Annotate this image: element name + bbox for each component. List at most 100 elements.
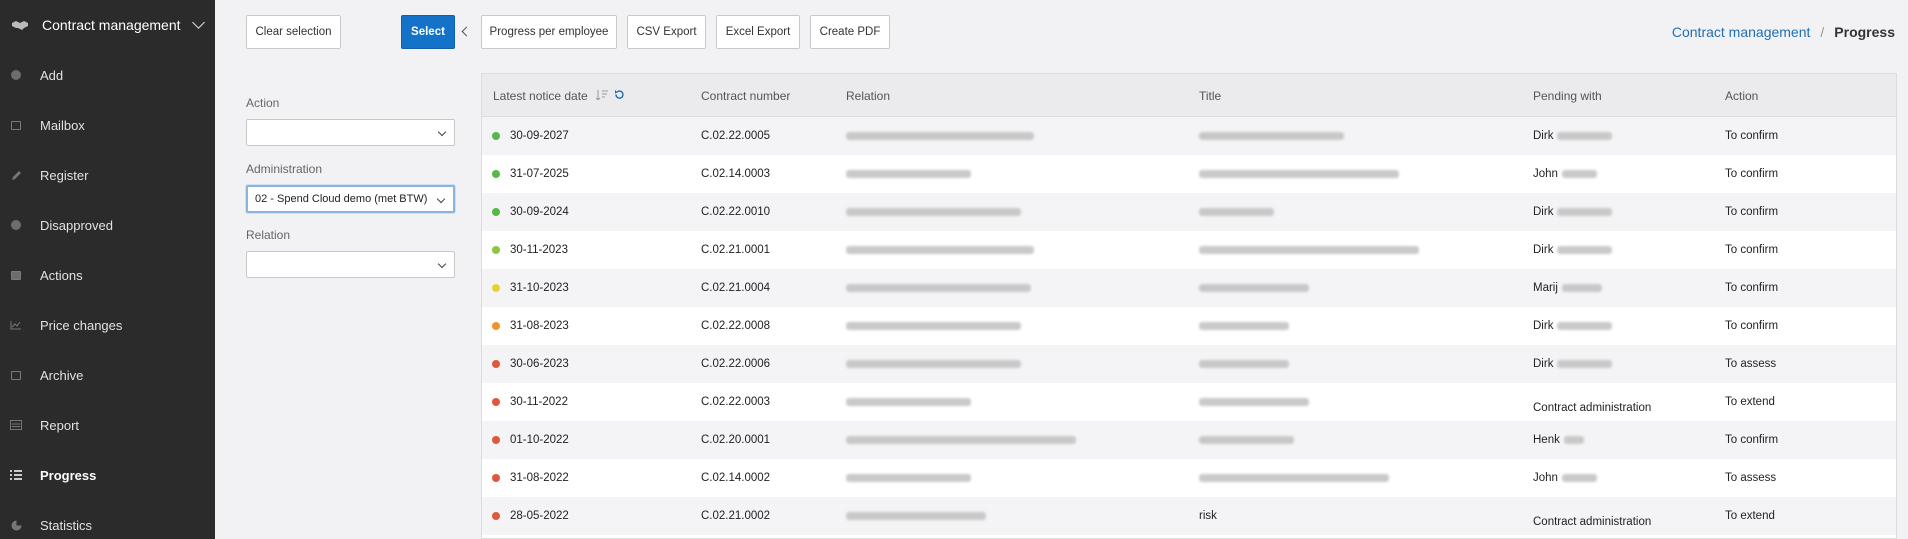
ban-circle-icon [10,219,22,231]
column-header-relation[interactable]: Relation [846,74,890,117]
action-cell: To confirm [1725,320,1779,332]
relation-filter-select[interactable] [246,251,455,278]
column-header-contract[interactable]: Contract number [701,74,790,117]
breadcrumb: Contract management / Progress [1672,24,1895,40]
action-filter-select[interactable] [246,119,455,146]
sidebar-item-price-changes[interactable]: Price changes [0,300,215,350]
contract-number: C.02.22.0005 [701,130,771,142]
contract-number: C.02.14.0003 [701,168,771,180]
table-row[interactable]: 01-10-2022 C.02.20.0001 Henk To confirm [482,421,1896,459]
pending-name: John [1533,472,1558,484]
pending-with: Marij [1533,269,1602,307]
status-dot [492,208,500,216]
csv-export-button[interactable]: CSV Export [627,15,706,49]
status-dot [492,322,500,330]
pending-name: Henk [1533,434,1560,446]
table-row[interactable]: 30-09-2027 C.02.22.0005 Dirk To confirm [482,117,1896,155]
sidebar-item-disapproved[interactable]: Disapproved [0,200,215,250]
table-row[interactable]: 30-06-2023 C.02.22.0006 Dirk To assess [482,345,1896,383]
table-row[interactable]: 31-08-2022 C.02.14.0002 John To assess [482,459,1896,497]
sidebar-item-label: Price changes [40,317,123,333]
title-cell [1199,117,1344,155]
table-row[interactable]: 31-10-2023 C.02.21.0004 Marij To confirm [482,269,1896,307]
pending-name: Dirk [1533,244,1554,256]
sidebar-item-label: Actions [40,267,83,283]
contract-number: C.02.22.0006 [701,358,771,370]
pending-name: Dirk [1533,130,1554,142]
pending-name: Dirk [1533,320,1554,332]
sidebar-item-label: Statistics [40,517,93,533]
table-row[interactable]: 28-05-2022 C.02.21.0002 risk Contract admin… [482,497,1896,535]
notice-date: 28-05-2022 [510,510,569,522]
excel-export-button[interactable]: Excel Export [716,15,800,49]
chevron-down-icon[interactable] [192,16,205,29]
sidebar-item-mailbox[interactable]: Mailbox [0,100,215,150]
status-dot [492,474,500,482]
contract-number: C.02.21.0001 [701,244,771,256]
relation-cell [846,307,1021,345]
notice-date: 31-10-2023 [510,282,569,294]
administration-filter-select[interactable]: 02 - Spend Cloud demo (met BTW) [246,185,455,213]
table-row[interactable]: 30-11-2022 C.02.22.0003 Contract administr… [482,383,1896,421]
sidebar-item-archive[interactable]: Archive [0,350,215,400]
progress-per-employee-button[interactable]: Progress per employee [481,15,617,49]
select-button[interactable]: Select [401,15,455,49]
sidebar-header[interactable]: Contract management [0,0,215,50]
sidebar-item-actions[interactable]: Actions [0,250,215,300]
notice-date: 30-06-2023 [510,358,569,370]
relation-cell [846,497,986,535]
sidebar-item-label: Register [40,167,89,183]
relation-cell [846,117,1034,155]
breadcrumb-link[interactable]: Contract management [1672,24,1811,40]
relation-cell [846,421,1076,459]
notice-date: 31-07-2025 [510,168,569,180]
notice-date: 30-11-2023 [510,244,568,256]
sidebar-item-add[interactable]: Add [0,50,215,100]
sidebar-item-report[interactable]: Report [0,400,215,450]
notice-date: 30-09-2024 [510,206,569,218]
chevron-down-icon [437,127,447,137]
table-header: Latest notice date Contract number Relat… [482,74,1896,117]
handshake-icon [10,18,30,32]
chevron-left-icon[interactable] [461,26,472,37]
contract-number: C.02.22.0003 [701,396,771,408]
sidebar-item-register[interactable]: Register [0,150,215,200]
contract-number: C.02.14.0002 [701,472,771,484]
table-body: 30-09-2027 C.02.22.0005 Dirk To confirm 31-0… [482,117,1896,535]
title-cell [1199,193,1274,231]
contract-number: C.02.20.0001 [701,434,771,446]
title-cell [1199,231,1419,269]
sort-icon[interactable] [595,89,608,103]
title-cell [1199,155,1399,193]
breadcrumb-separator: / [1820,24,1825,40]
pending-with: Dirk [1533,345,1613,383]
table-row[interactable]: 30-11-2023 C.02.21.0001 Dirk To confirm [482,231,1896,269]
reset-sort-icon[interactable] [614,89,625,103]
column-header-action[interactable]: Action [1725,74,1758,117]
relation-cell [846,231,1034,269]
title-cell [1199,459,1389,497]
create-pdf-button[interactable]: Create PDF [810,15,890,49]
table-row[interactable]: 31-07-2025 C.02.14.0003 John To confirm [482,155,1896,193]
sidebar-item-label: Progress [40,467,97,483]
column-header-title[interactable]: Title [1199,74,1221,117]
title-text: risk [1199,510,1217,522]
relation-cell [846,459,971,497]
column-header-date[interactable]: Latest notice date [493,74,625,117]
sidebar-item-progress[interactable]: Progress [0,450,215,500]
action-cell: To confirm [1725,282,1779,294]
list-icon [10,469,22,481]
action-cell: To confirm [1725,168,1779,180]
clear-selection-button[interactable]: Clear selection [246,15,341,49]
table-row[interactable]: 31-08-2023 C.02.22.0008 Dirk To confirm [482,307,1896,345]
column-header-pending[interactable]: Pending with [1533,74,1602,117]
sidebar-item-statistics[interactable]: Statistics [0,500,215,539]
sidebar-item-label: Report [40,417,80,433]
action-cell: To extend [1725,396,1775,408]
status-dot [492,132,500,140]
status-dot [492,170,500,178]
action-cell: To assess [1725,472,1777,484]
table-row[interactable]: 30-09-2024 C.02.22.0010 Dirk To confirm [482,193,1896,231]
inbox-icon [10,119,22,131]
sidebar-item-label: Archive [40,367,84,383]
